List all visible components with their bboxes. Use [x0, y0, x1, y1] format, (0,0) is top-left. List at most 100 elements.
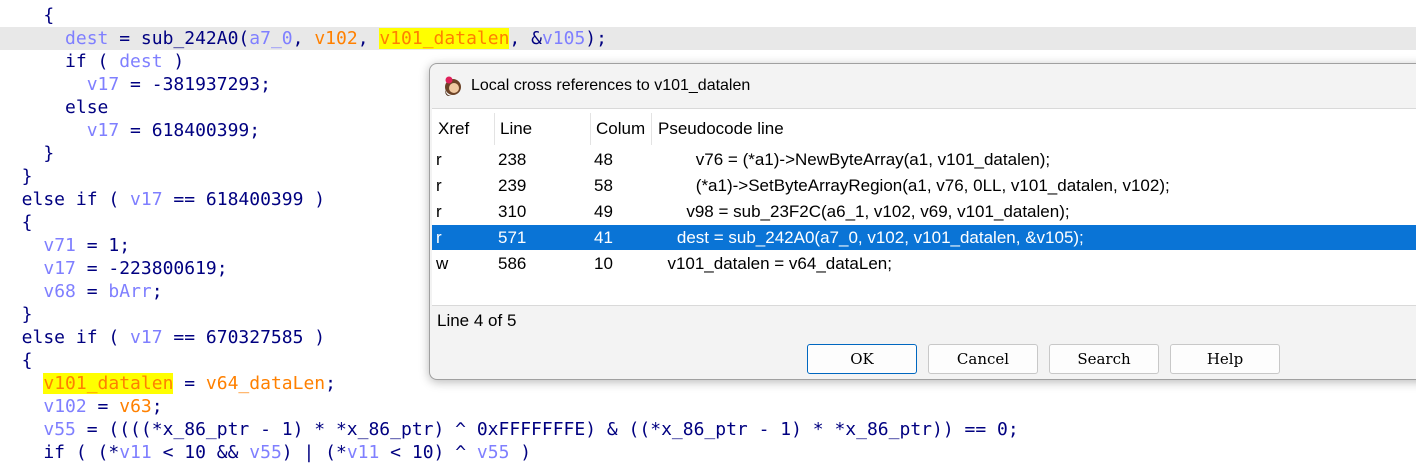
code-token: ;: [325, 373, 336, 394]
code-token: v17: [86, 74, 120, 95]
xref-cell-xref: w: [436, 254, 449, 273]
column-divider[interactable]: [590, 113, 591, 145]
code-token: == 670327585 ): [162, 327, 326, 348]
code-token: = 1;: [75, 235, 131, 256]
code-token: else if (: [0, 189, 131, 210]
xref-row[interactable]: r 238 48 v76 = (*a1)->NewByteArray(a1, v10…: [432, 147, 1416, 172]
code-token: }: [0, 304, 33, 325]
column-header-column[interactable]: Colum: [596, 118, 648, 140]
code-token: = -223800619;: [75, 258, 228, 279]
help-button[interactable]: Help: [1170, 344, 1280, 374]
code-token: v11: [119, 442, 152, 463]
xref-cell-column: 48: [594, 150, 613, 169]
code-token: v17: [86, 120, 120, 141]
xref-row[interactable]: w 586 10 v101_datalen = v64_dataLen;: [432, 251, 1416, 276]
xref-cell-xref: r: [436, 176, 442, 195]
code-token: if ( (*: [0, 442, 120, 463]
code-token: v101_datalen: [43, 373, 174, 394]
code-token: else if (: [0, 327, 131, 348]
xref-row[interactable]: r 239 58 (*a1)->SetByteArrayRegion(a1, v76…: [432, 173, 1416, 198]
search-button[interactable]: Search: [1049, 344, 1159, 374]
code-token: v101_datalen: [379, 28, 510, 49]
code-token: v63: [119, 396, 152, 417]
code-token: ): [509, 442, 532, 463]
code-token: ;: [151, 281, 163, 302]
code-token: bArr: [108, 281, 152, 302]
code-token: v102: [314, 28, 358, 49]
code-token: dest: [65, 28, 109, 49]
status-line-count: Line 4 of 5: [437, 311, 517, 330]
code-token: ;: [151, 396, 163, 417]
code-token: == 618400399 ): [162, 189, 326, 210]
code-line[interactable]: if ( (*v11 < 10 && v55) | (*v11 < 10) ^ …: [0, 441, 1416, 464]
code-token: v64_dataLen: [205, 373, 326, 394]
xref-row[interactable]: r 310 49 v98 = sub_23F2C(a6_1, v102, v69, …: [432, 199, 1416, 224]
column-header-xref[interactable]: Xref: [438, 118, 498, 140]
code-line[interactable]: v102 = v63;: [0, 395, 1416, 418]
code-token: {: [0, 350, 33, 371]
code-token: dest: [119, 51, 163, 72]
code-line[interactable]: v55 = ((((*x_86_ptr - 1) * *x_86_ptr) ^ …: [0, 418, 1416, 441]
xref-row[interactable]: r 571 41 dest = sub_242A0(a7_0, v102, v101…: [432, 225, 1416, 250]
column-header-line[interactable]: Line: [500, 118, 590, 140]
xref-cell-line: 571: [498, 228, 527, 247]
code-token: v102: [43, 396, 87, 417]
code-token: = -381937293;: [119, 74, 271, 95]
dialog-title: Local cross references to v101_datalen: [471, 77, 751, 94]
code-token: ,: [357, 28, 380, 49]
xref-cell-column: 10: [594, 254, 613, 273]
ok-button[interactable]: OK: [807, 344, 917, 374]
column-header-pseudocode[interactable]: Pseudocode line: [658, 118, 958, 140]
xref-cell-xref: r: [436, 150, 442, 169]
xref-cell-column: 49: [594, 202, 613, 221]
column-divider[interactable]: [494, 113, 495, 145]
code-token: v105: [541, 28, 586, 49]
code-token: v55: [43, 419, 76, 440]
code-token: v17: [43, 258, 76, 279]
code-line[interactable]: dest = sub_242A0(a7_0, v102, v101_datale…: [0, 27, 1416, 50]
xref-cell-code: dest = sub_242A0(a7_0, v102, v101_datale…: [658, 228, 1084, 247]
xref-cell-xref: r: [436, 202, 442, 221]
code-token: ) | (*: [281, 442, 347, 463]
code-token: }: [0, 166, 33, 187]
code-token: < 10 &&: [151, 442, 250, 463]
code-token: = 618400399;: [119, 120, 261, 141]
cancel-button[interactable]: Cancel: [928, 344, 1038, 374]
code-token: v17: [130, 189, 163, 210]
xref-cell-line: 239: [498, 176, 527, 195]
code-token: v17: [130, 327, 163, 348]
code-token: = ((((*x_86_ptr - 1) * *x_86_ptr) ^ 0xFF…: [75, 419, 1019, 440]
dialog-titlebar[interactable]: Local cross references to v101_datalen: [430, 64, 1416, 108]
xref-cell-code: (*a1)->SetByteArrayRegion(a1, v76, 0LL, …: [658, 176, 1170, 195]
xref-cell-xref: r: [436, 228, 442, 247]
code-token: = sub_242A0(: [108, 28, 250, 49]
code-token: =: [75, 281, 109, 302]
code-token: );: [585, 28, 607, 49]
xref-list[interactable]: Xref Line Colum Pseudocode line r 238 48 v…: [432, 108, 1416, 306]
column-divider[interactable]: [651, 113, 652, 145]
xref-cell-line: 238: [498, 150, 527, 169]
code-token: =: [173, 373, 206, 394]
code-token: ): [162, 51, 185, 72]
code-token: v55: [249, 442, 282, 463]
code-token: {: [0, 212, 33, 233]
code-token: ,: [292, 28, 315, 49]
code-token: v71: [43, 235, 76, 256]
code-token: v11: [346, 442, 380, 463]
xref-cell-code: v101_datalen = v64_dataLen;: [658, 254, 892, 273]
code-token: {: [0, 5, 55, 26]
code-line[interactable]: {: [0, 4, 1416, 27]
code-token: else: [0, 97, 109, 118]
xref-cell-code: v98 = sub_23F2C(a6_1, v102, v69, v101_da…: [658, 202, 1070, 221]
xref-cell-column: 41: [594, 228, 613, 247]
xrefs-dialog: Local cross references to v101_datalen X…: [429, 63, 1416, 380]
xref-cell-column: 58: [594, 176, 613, 195]
